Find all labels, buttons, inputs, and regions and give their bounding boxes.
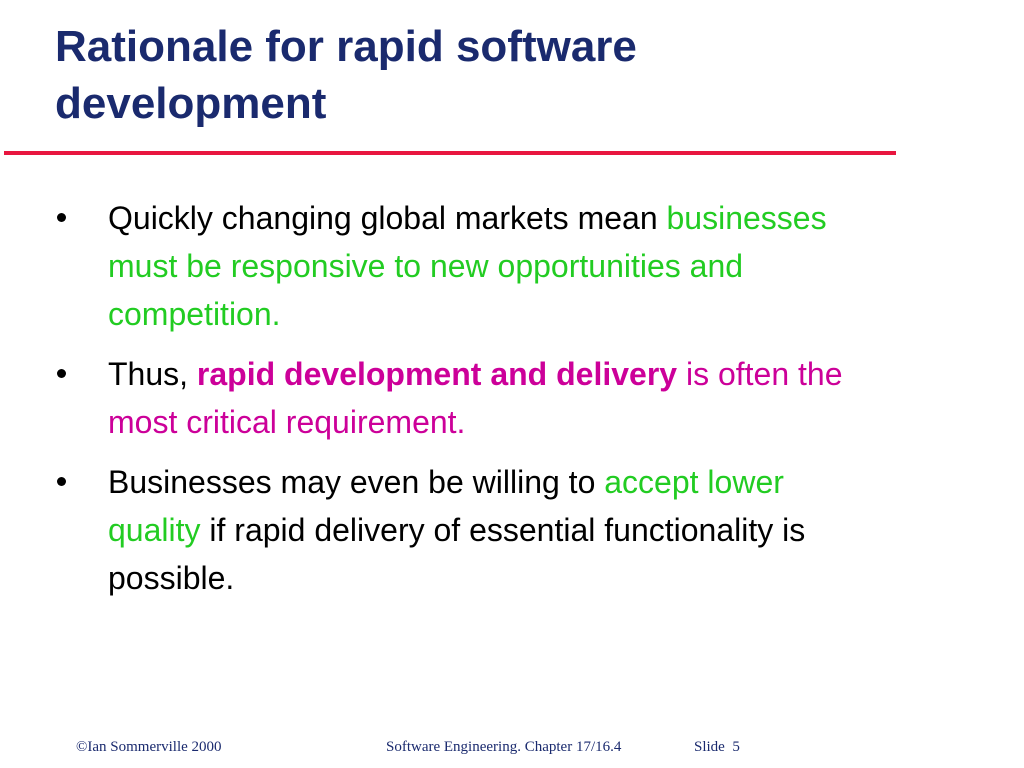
bullet-dot-icon: [57, 477, 66, 486]
bullet-text-emphasis: rapid development and delivery: [196, 356, 678, 392]
bullet-dot-icon: [57, 213, 66, 222]
footer-chapter: Software Engineering. Chapter 17/16.4: [386, 739, 622, 755]
bullet-item-markets: Quickly changing global markets mean bus…: [0, 194, 900, 338]
bullet-text-plain: Thus,: [108, 356, 197, 392]
slide-title: Rationale for rapid software development: [55, 18, 895, 132]
bullet-dot-icon: [57, 369, 66, 378]
slide-title-line-2: development: [55, 79, 327, 128]
slide-title-line-1: Rationale for rapid software: [55, 22, 637, 71]
title-underline-divider: [4, 151, 896, 155]
bullet-text-plain: if rapid delivery of essential functiona…: [108, 512, 806, 596]
footer-slide-value: 5: [732, 739, 740, 755]
bullet-text-plain: Quickly changing global markets mean: [108, 200, 667, 236]
bullet-text: Thus, rapid development and delivery is …: [0, 350, 868, 446]
bullet-text: Quickly changing global markets mean bus…: [0, 194, 868, 338]
footer-slide-number: Slide 5: [694, 738, 740, 756]
bullet-item-rapid-delivery: Thus, rapid development and delivery is …: [0, 350, 900, 446]
footer-copyright: ©Ian Sommerville 2000: [76, 739, 222, 755]
footer-slide-label: Slide: [694, 739, 725, 755]
slide: Rationale for rapid software development …: [0, 0, 1024, 768]
bullet-item-lower-quality: Businesses may even be willing to accept…: [0, 458, 900, 602]
bullet-text: Businesses may even be willing to accept…: [0, 458, 868, 602]
bullet-list: Quickly changing global markets mean bus…: [0, 194, 900, 614]
bullet-text-plain: Businesses may even be willing to: [108, 464, 605, 500]
